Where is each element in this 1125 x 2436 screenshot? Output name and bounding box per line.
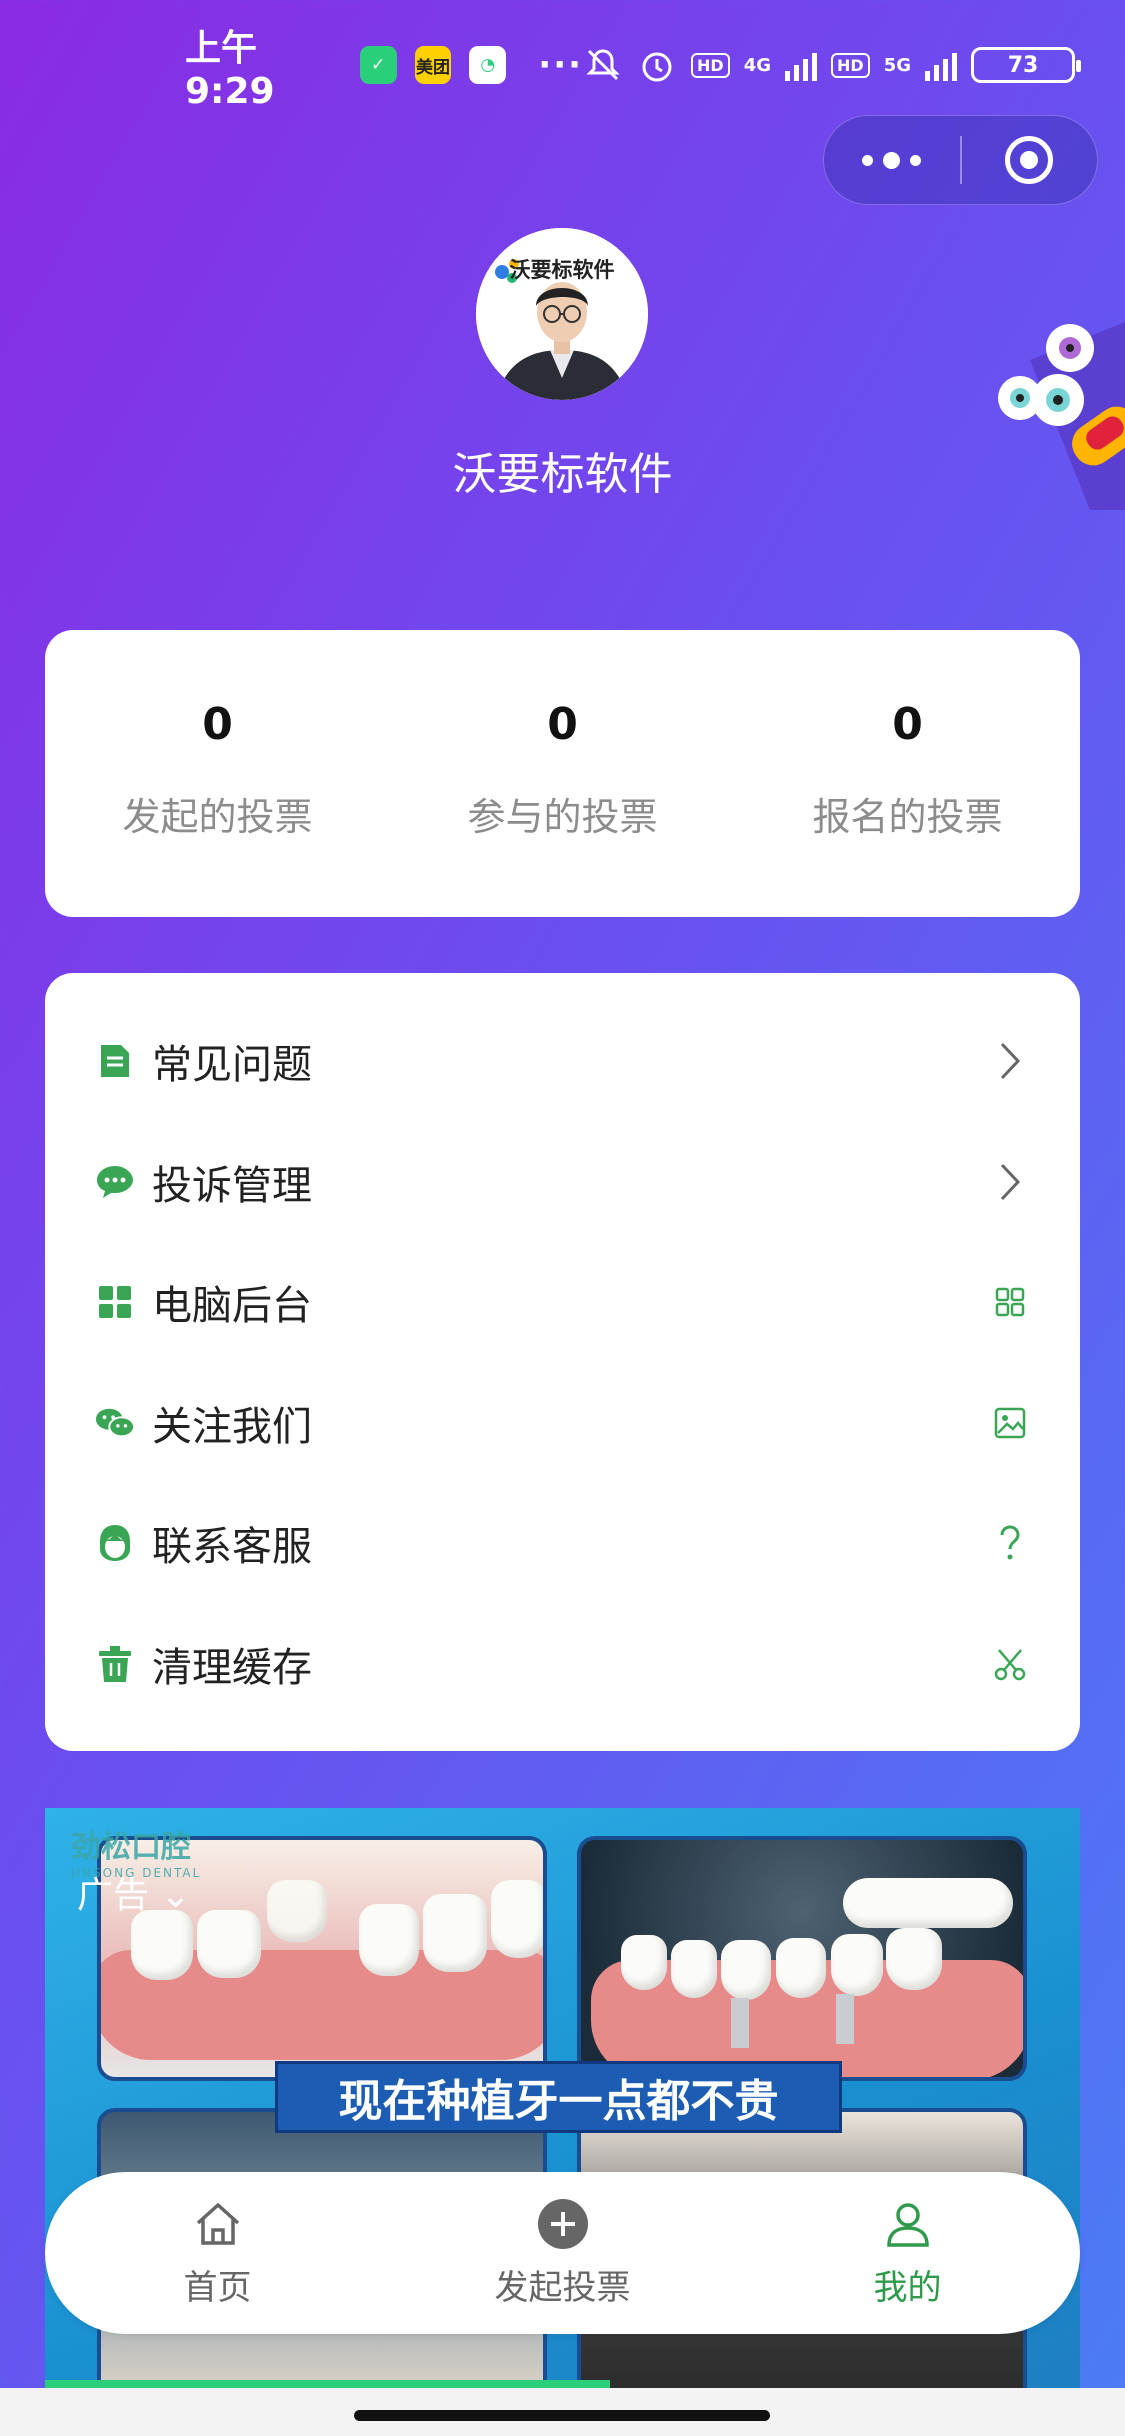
scissors-icon: [990, 1644, 1030, 1684]
document-icon: [95, 1041, 135, 1081]
status-time: 上午9:29: [185, 27, 275, 112]
grid-icon: [95, 1282, 135, 1322]
close-miniprogram-button[interactable]: [962, 136, 1098, 184]
tab-mine[interactable]: 我的: [735, 2172, 1080, 2334]
chevron-right-icon: [990, 1041, 1030, 1081]
signal-icon: [785, 49, 818, 81]
alarm-icon: [642, 52, 672, 82]
menu-item-label: 电脑后台: [152, 1283, 312, 1330]
ad-headline: 现在种植牙一点都不贵: [275, 2061, 842, 2133]
shield-app-icon: ✓: [359, 46, 397, 84]
meituan-app-icon: 美团: [414, 46, 452, 84]
more-notifications-icon: ···: [538, 45, 584, 85]
menu-item-follow-us[interactable]: 关注我们: [45, 1363, 1080, 1484]
miniprogram-capsule: [823, 115, 1098, 205]
image-icon: [990, 1403, 1030, 1443]
menu-item-customer-service[interactable]: 联系客服: [45, 1483, 1080, 1604]
chevron-right-icon: [990, 1162, 1030, 1202]
network-type-1: 4G: [743, 54, 772, 76]
user-icon: [885, 2198, 931, 2250]
tab-home[interactable]: 首页: [45, 2172, 390, 2334]
menu-item-pc-backend[interactable]: 电脑后台: [45, 1242, 1080, 1363]
stat-label: 报名的投票: [812, 794, 1003, 839]
profile-name: 沃要标软件: [452, 449, 673, 500]
mute-icon: [586, 49, 620, 81]
menu-item-label: 常见问题: [152, 1042, 312, 1089]
stat-registered-votes[interactable]: 0 报名的投票: [735, 630, 1080, 917]
ad-tag[interactable]: 广告 ⌄: [77, 1866, 191, 1918]
home-icon: [194, 2198, 242, 2250]
customer-service-icon: [95, 1523, 135, 1563]
menu-item-label: 联系客服: [152, 1524, 312, 1571]
chat-bubble-icon: [95, 1162, 135, 1202]
stat-label: 发起的投票: [122, 794, 313, 839]
menu-item-clear-cache[interactable]: 清理缓存: [45, 1604, 1080, 1725]
grid-outline-icon: [990, 1282, 1030, 1322]
ad-brand: 劲松口腔: [71, 1830, 191, 1865]
status-bar: 上午9:29 ✓ 美团 ◔ ··· HD 4G HD 5G 73: [0, 0, 1125, 130]
home-indicator[interactable]: [354, 2410, 770, 2421]
stats-card: 0 发起的投票 0 参与的投票 0 报名的投票: [45, 630, 1080, 917]
more-menu-button[interactable]: [824, 151, 960, 169]
menu-item-label: 关注我们: [152, 1403, 312, 1450]
avatar[interactable]: 沃要标软件: [476, 228, 648, 400]
battery-icon: 73: [971, 47, 1081, 83]
ad-progress-strip: [45, 2380, 610, 2388]
stat-value: 0: [892, 698, 923, 750]
question-icon: [990, 1523, 1030, 1563]
plus-circle-icon: [537, 2198, 589, 2250]
menu-item-label: 投诉管理: [152, 1162, 312, 1209]
hd-indicator-2: HD: [831, 52, 870, 78]
tab-create-vote[interactable]: 发起投票: [390, 2172, 735, 2334]
tab-label: 我的: [873, 2267, 942, 2308]
stat-participated-votes[interactable]: 0 参与的投票: [390, 630, 735, 917]
menu-card: 常见问题 投诉管理 电脑后台 关注我们 联系客服 清理缓存: [45, 973, 1080, 1751]
trash-icon: [95, 1644, 135, 1684]
menu-item-faq[interactable]: 常见问题: [45, 1001, 1080, 1122]
stat-value: 0: [202, 698, 233, 750]
stat-value: 0: [547, 698, 578, 750]
signal-icon-2: [925, 49, 957, 81]
avatar-logo-text: 沃要标软件: [509, 258, 615, 282]
tab-label: 发起投票: [494, 2267, 631, 2308]
hd-indicator: HD: [691, 52, 730, 78]
ad-image-implants: [577, 1836, 1027, 2081]
wechat-icon: [95, 1403, 135, 1443]
stat-initiated-votes[interactable]: 0 发起的投票: [45, 630, 390, 917]
tab-bar: 首页 发起投票 我的: [45, 2172, 1080, 2334]
stat-label: 参与的投票: [467, 794, 658, 839]
chat-app-icon: ◔: [469, 46, 507, 84]
network-type-2: 5G: [883, 54, 911, 76]
tab-label: 首页: [183, 2267, 252, 2308]
menu-item-label: 清理缓存: [152, 1644, 312, 1691]
menu-item-complaints[interactable]: 投诉管理: [45, 1122, 1080, 1243]
target-icon: [1005, 136, 1054, 184]
